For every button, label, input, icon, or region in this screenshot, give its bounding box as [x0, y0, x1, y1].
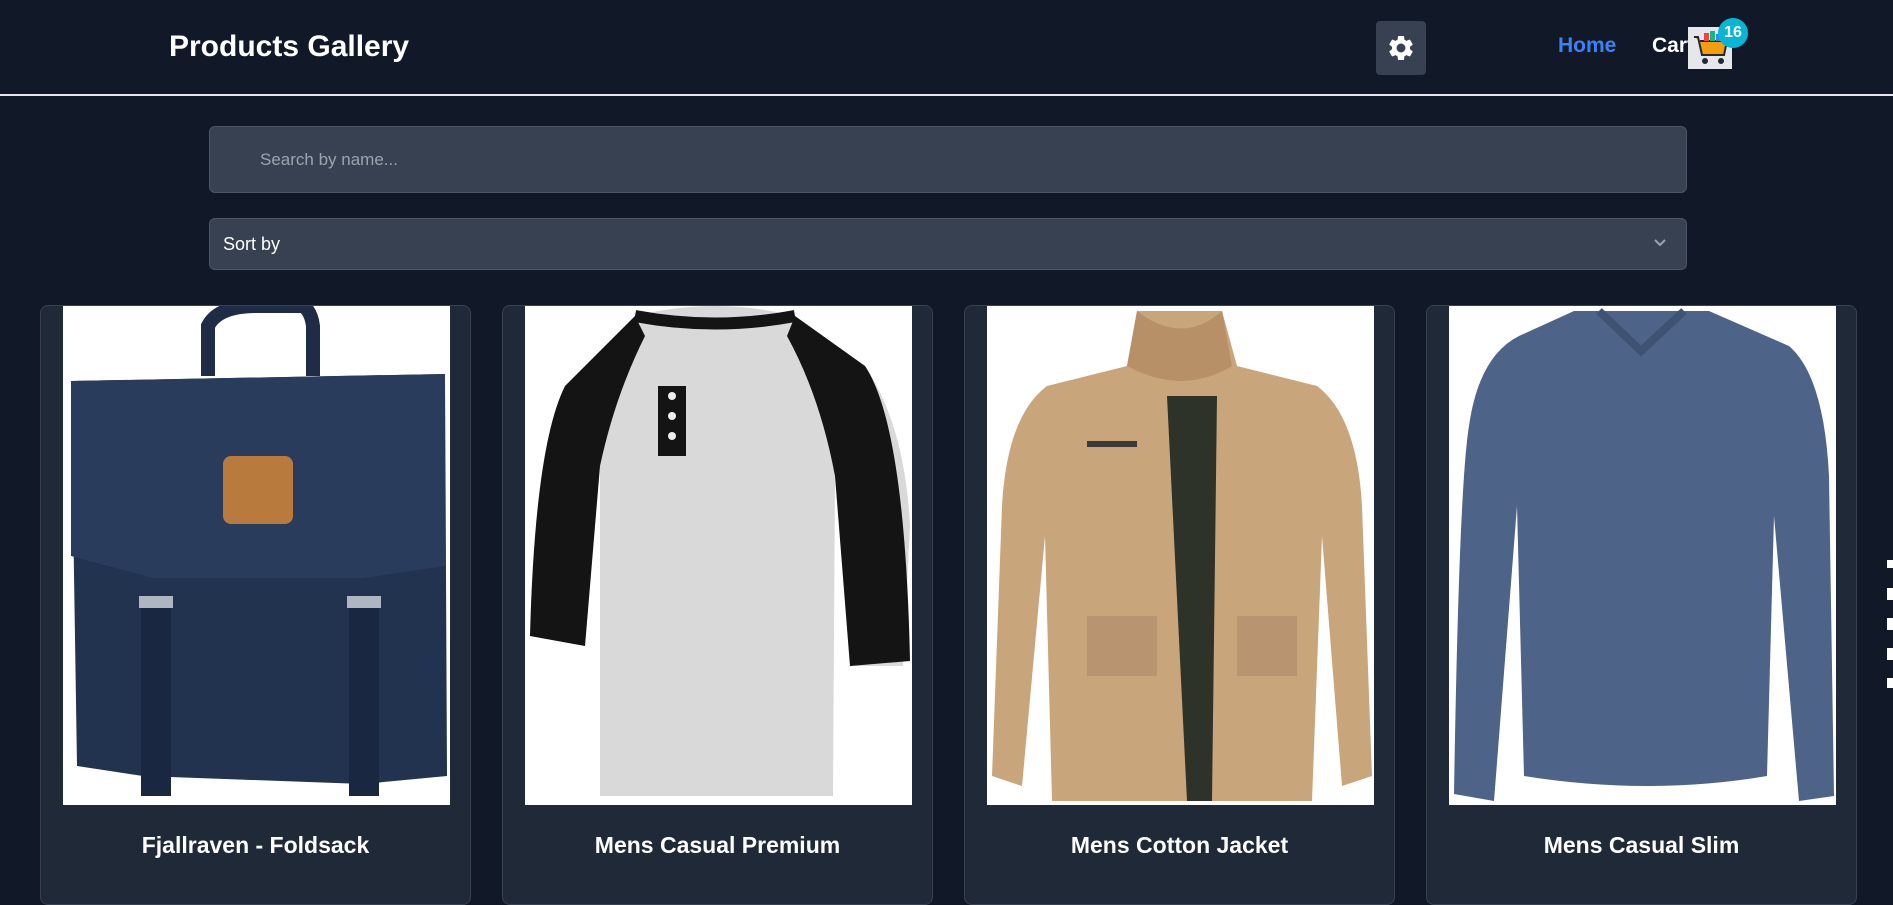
product-name[interactable]: Mens Cotton Jacket: [965, 832, 1394, 859]
product-card[interactable]: Mens Cotton Jacket: [964, 305, 1395, 905]
sort-select-value: Sort by: [223, 233, 281, 254]
navbar: Products Gallery Home Cart 16: [0, 0, 1893, 96]
cart-count-badge: 16: [1718, 18, 1748, 48]
product-card[interactable]: Mens Casual Slim: [1426, 305, 1857, 905]
product-name[interactable]: Fjallraven - Foldsack: [41, 832, 470, 859]
chevron-down-icon: [1654, 239, 1666, 247]
product-card[interactable]: Mens Casual Premium: [502, 305, 933, 905]
side-toolbar-icons[interactable]: [1887, 560, 1893, 700]
product-card[interactable]: Fjallraven - Foldsack: [40, 305, 471, 905]
brand-title[interactable]: Products Gallery: [169, 30, 409, 64]
sort-select[interactable]: Sort by: [209, 218, 1687, 270]
gear-icon: [1389, 35, 1413, 60]
product-image-jacket[interactable]: [987, 306, 1374, 805]
search-input[interactable]: [209, 126, 1687, 193]
product-image-henley[interactable]: [525, 306, 912, 805]
product-name[interactable]: Mens Casual Premium: [503, 832, 932, 859]
theme-settings-button[interactable]: [1376, 21, 1426, 75]
product-image-backpack[interactable]: [63, 306, 450, 805]
nav-link-home[interactable]: Home: [1558, 34, 1616, 58]
product-image-longsleeve[interactable]: [1449, 306, 1836, 805]
product-name[interactable]: Mens Casual Slim: [1427, 832, 1856, 859]
